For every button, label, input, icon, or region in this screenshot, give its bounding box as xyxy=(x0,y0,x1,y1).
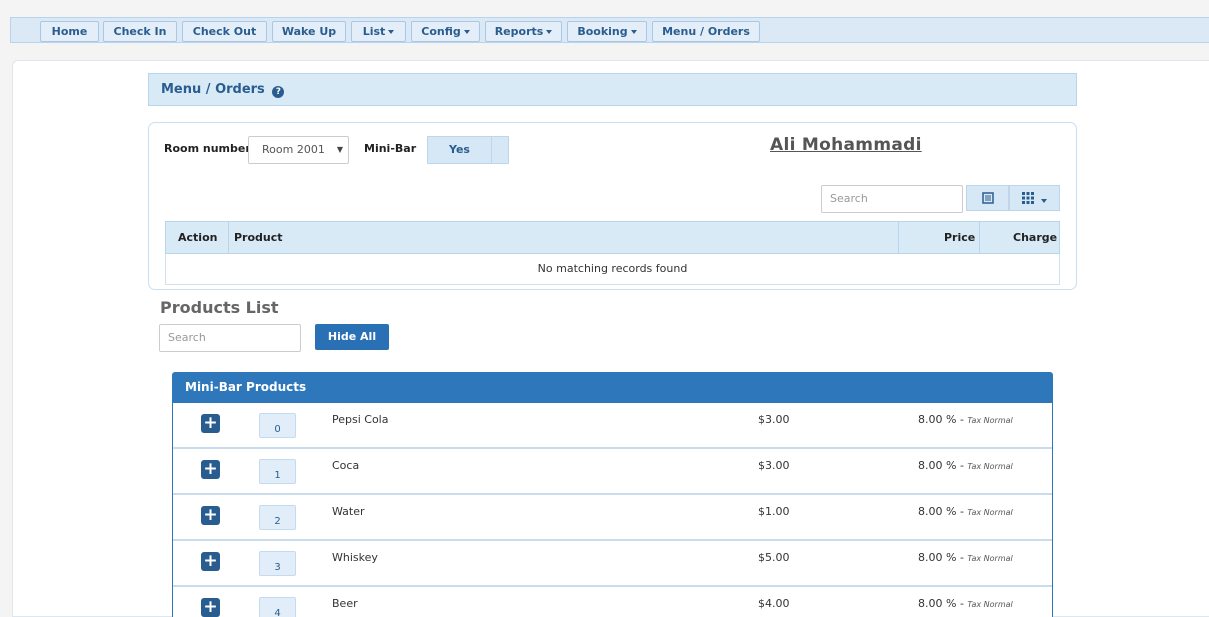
caret-down-icon xyxy=(1040,198,1047,203)
product-price: $3.00 xyxy=(758,459,790,472)
minibar-toggle-handle[interactable] xyxy=(491,137,509,163)
nav-label: Config xyxy=(421,25,461,38)
product-name: Pepsi Cola xyxy=(332,413,389,426)
product-index: 3 xyxy=(259,551,296,576)
page-title: Menu / Orders xyxy=(161,82,265,97)
search-placeholder: Search xyxy=(830,192,868,205)
product-index: 0 xyxy=(259,413,296,438)
caret-down-icon xyxy=(463,30,470,34)
minibar-label: Mini-Bar xyxy=(364,142,417,155)
minibar-toggle-value: Yes xyxy=(449,143,470,156)
select-arrow-icon: ▼ xyxy=(336,145,343,154)
product-row: + 2 Water $1.00 8.00 % - Tax Normal xyxy=(173,495,1052,541)
guest-name-link[interactable]: Ali Mohammadi xyxy=(770,135,922,155)
col-action[interactable]: Action xyxy=(178,222,217,253)
hide-all-button[interactable]: Hide All xyxy=(315,324,389,350)
add-product-icon[interactable]: + xyxy=(201,598,220,617)
col-divider xyxy=(979,222,980,253)
add-product-icon[interactable]: + xyxy=(201,460,220,479)
grid-columns-icon xyxy=(1022,192,1035,204)
nav-list-dropdown[interactable]: List xyxy=(351,21,406,42)
products-search-input[interactable]: Search xyxy=(159,324,301,352)
product-row: + 0 Pepsi Cola $3.00 8.00 % - Tax Normal xyxy=(173,403,1052,449)
orders-table-header: Action Product Price Charge xyxy=(165,221,1060,254)
product-row: + 4 Beer $4.00 8.00 % - Tax Normal xyxy=(173,587,1052,617)
product-price: $5.00 xyxy=(758,551,790,564)
minibar-products-list: + 0 Pepsi Cola $3.00 8.00 % - Tax Normal… xyxy=(172,403,1053,617)
col-product[interactable]: Product xyxy=(234,222,283,253)
caret-down-icon xyxy=(388,30,395,34)
product-tax: 8.00 % - Tax Normal xyxy=(918,597,1013,610)
columns-dropdown-button[interactable] xyxy=(1009,185,1060,211)
nav-wakeup-button[interactable]: Wake Up xyxy=(272,21,346,42)
toggle-view-button[interactable] xyxy=(966,185,1009,211)
product-price: $3.00 xyxy=(758,413,790,426)
room-number-label: Room number xyxy=(164,142,251,155)
product-tax: 8.00 % - Tax Normal xyxy=(918,505,1013,518)
nav-label: Wake Up xyxy=(281,25,337,38)
orders-search-input[interactable]: Search xyxy=(821,185,963,213)
add-product-icon[interactable]: + xyxy=(201,506,220,525)
nav-label: Check In xyxy=(113,25,167,38)
page-title-bar: Menu / Orders ? xyxy=(148,73,1077,106)
product-name: Whiskey xyxy=(332,551,378,564)
col-divider xyxy=(228,222,229,253)
product-name: Coca xyxy=(332,459,360,472)
product-tax: 8.00 % - Tax Normal xyxy=(918,459,1013,472)
minibar-toggle[interactable]: Yes xyxy=(427,136,509,164)
nav-label: Home xyxy=(51,25,88,38)
product-index: 4 xyxy=(259,597,296,617)
room-number-value: Room 2001 xyxy=(262,143,325,156)
product-row: + 3 Whiskey $5.00 8.00 % - Tax Normal xyxy=(173,541,1052,587)
minibar-products-header[interactable]: Mini-Bar Products xyxy=(172,372,1053,403)
question-circle-icon[interactable]: ? xyxy=(272,86,285,98)
product-index: 2 xyxy=(259,505,296,530)
nav-label: Check Out xyxy=(192,25,257,38)
list-view-icon xyxy=(981,192,994,204)
nav-booking-dropdown[interactable]: Booking xyxy=(567,21,647,42)
product-tax: 8.00 % - Tax Normal xyxy=(918,413,1013,426)
nav-reports-dropdown[interactable]: Reports xyxy=(485,21,562,42)
product-price: $1.00 xyxy=(758,505,790,518)
nav-label: Menu / Orders xyxy=(662,25,750,38)
products-list-title: Products List xyxy=(160,298,279,317)
product-price: $4.00 xyxy=(758,597,790,610)
top-navbar: Home Check In Check Out Wake Up List Con… xyxy=(10,17,1209,43)
col-divider xyxy=(898,222,899,253)
nav-menu-orders-button[interactable]: Menu / Orders xyxy=(652,21,760,42)
search-placeholder: Search xyxy=(168,331,206,344)
product-row: + 1 Coca $3.00 8.00 % - Tax Normal xyxy=(173,449,1052,495)
add-product-icon[interactable]: + xyxy=(201,552,220,571)
col-price[interactable]: Price xyxy=(944,222,975,253)
add-product-icon[interactable]: + xyxy=(201,414,220,433)
product-name: Beer xyxy=(332,597,358,610)
nav-checkout-button[interactable]: Check Out xyxy=(182,21,267,42)
nav-checkin-button[interactable]: Check In xyxy=(103,21,177,42)
room-number-select[interactable]: Room 2001 ▼ xyxy=(248,136,349,164)
caret-down-icon xyxy=(630,30,637,34)
product-index: 1 xyxy=(259,459,296,484)
orders-table-empty-row: No matching records found xyxy=(165,254,1060,285)
product-name: Water xyxy=(332,505,365,518)
product-tax: 8.00 % - Tax Normal xyxy=(918,551,1013,564)
col-charge[interactable]: Charge xyxy=(1013,222,1057,253)
nav-label: Reports xyxy=(494,25,544,38)
nav-label: List xyxy=(362,25,386,38)
caret-down-icon xyxy=(546,30,553,34)
nav-config-dropdown[interactable]: Config xyxy=(411,21,480,42)
nav-label: Booking xyxy=(577,25,628,38)
nav-home-button[interactable]: Home xyxy=(40,21,99,42)
